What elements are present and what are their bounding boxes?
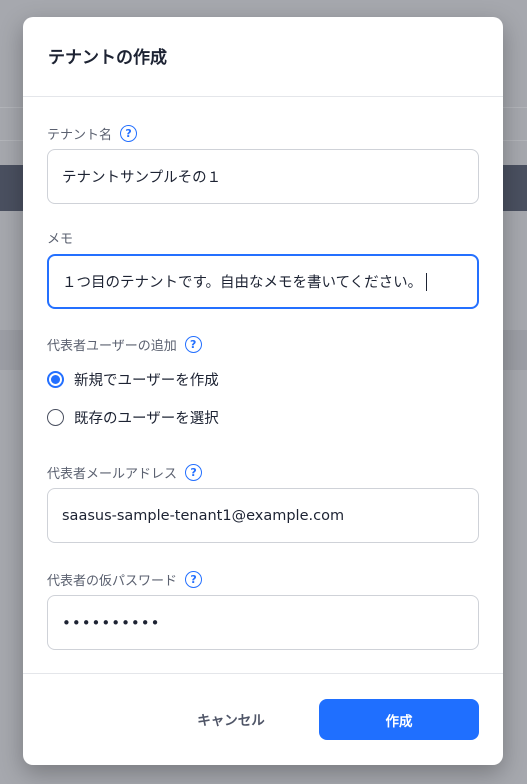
memo-value: １つ目のテナントです。自由なメモを書いてください。 [62,275,423,291]
email-value: saasus-sample-tenant1@example.com [62,507,345,524]
representative-user-label: 代表者ユーザーの追加 [47,338,177,354]
cancel-button[interactable]: キャンセル [175,698,287,740]
email-label: 代表者メールアドレス [47,466,178,482]
memo-label: メモ [47,231,74,247]
dialog-title: テナントの作成 [48,48,167,68]
radio-create-new-user-label: 新規でユーザーを作成 [74,372,219,389]
email-label-row: 代表者メールアドレス ? [47,462,203,482]
help-icon[interactable]: ? [184,335,202,353]
dialog-header: テナントの作成 [23,17,503,97]
password-label: 代表者の仮パスワード [47,573,178,589]
radio-create-new-user[interactable]: 新規でユーザーを作成 [47,368,219,390]
radio-select-existing-user-label: 既存のユーザーを選択 [74,410,219,427]
create-button[interactable]: 作成 [319,699,479,740]
help-icon[interactable]: ? [185,463,203,481]
memo-field[interactable]: １つ目のテナントです。自由なメモを書いてください。 [47,254,479,309]
tenant-name-value: テナントサンプルその１ [62,170,222,186]
help-icon[interactable]: ? [185,570,203,588]
memo-label-row: メモ [47,227,73,247]
tenant-name-field[interactable]: テナントサンプルその１ [47,149,479,204]
radio-select-existing-user[interactable]: 既存のユーザーを選択 [47,406,219,428]
create-tenant-dialog: テナントの作成 テナント名 ? テナントサンプルその１ メモ １つ目のテナントで… [23,17,503,765]
radio-unchecked-icon[interactable] [47,408,64,426]
radio-checked-icon[interactable] [47,370,64,388]
representative-user-label-row: 代表者ユーザーの追加 ? [47,334,202,354]
email-field[interactable]: saasus-sample-tenant1@example.com [47,488,479,543]
password-value: •••••••••• [62,613,161,632]
help-icon[interactable]: ? [120,124,138,142]
dialog-footer: キャンセル 作成 [23,673,503,765]
password-label-row: 代表者の仮パスワード ? [47,569,203,589]
password-field[interactable]: •••••••••• [47,595,479,650]
tenant-name-label: テナント名 [47,127,113,143]
text-caret [426,272,428,291]
tenant-name-label-row: テナント名 ? [47,123,138,143]
